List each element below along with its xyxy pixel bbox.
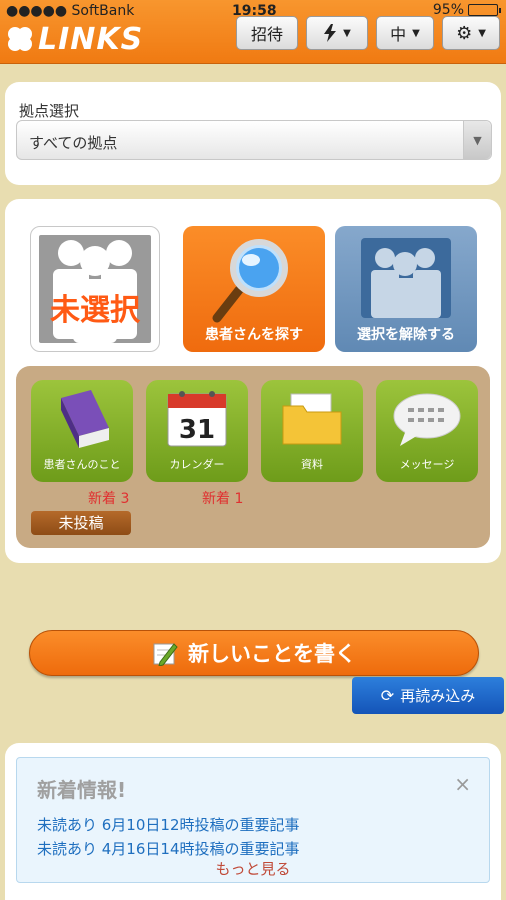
app-header: ●●●●● SoftBank 19:58 95% LINKS 招待 ▼ 中 ▼ … bbox=[0, 0, 506, 64]
clover-icon bbox=[8, 27, 32, 51]
invite-button[interactable]: 招待 bbox=[236, 16, 298, 50]
app-label: 資料 bbox=[301, 458, 323, 471]
reload-label: 再読み込み bbox=[400, 687, 476, 705]
release-selection-label: 選択を解除する bbox=[357, 327, 455, 343]
chevron-down-icon: ▼ bbox=[463, 121, 491, 159]
patient-card: 未選択 患者さんを探す 選択を解除する 患者さんのこと 31 カレンダー 資料 … bbox=[5, 199, 501, 563]
people-icon bbox=[361, 238, 451, 318]
font-size-label: 中 bbox=[390, 25, 407, 44]
location-selected-value: すべての拠点 bbox=[29, 134, 118, 152]
app-label: カレンダー bbox=[169, 458, 225, 471]
write-new-label: 新しいことを書く bbox=[188, 642, 356, 666]
reload-button[interactable]: ⟳ 再読み込み bbox=[352, 677, 504, 714]
magnifier-icon bbox=[212, 239, 288, 323]
speech-bubble-icon bbox=[393, 393, 461, 446]
release-selection-button[interactable]: 選択を解除する bbox=[335, 226, 477, 352]
chevron-down-icon: ▼ bbox=[343, 27, 351, 39]
app-messages[interactable]: メッセージ bbox=[376, 380, 478, 482]
app-tray: 患者さんのこと 31 カレンダー 資料 メッセージ 新着 3 新着 1 未投稿 bbox=[16, 366, 490, 548]
font-size-button[interactable]: 中 ▼ bbox=[376, 16, 434, 50]
app-label: 患者さんのこと bbox=[43, 458, 121, 471]
news-title: 新着情報! bbox=[37, 778, 127, 802]
chevron-down-icon: ▼ bbox=[412, 27, 420, 39]
news-card: 新着情報! × 未読あり 6月10日12時投稿の重要記事 未読あり 4月16日1… bbox=[5, 743, 501, 900]
app-logo: LINKS bbox=[6, 20, 143, 58]
settings-button[interactable]: ⚙ ▼ bbox=[442, 16, 500, 50]
lightning-icon bbox=[324, 24, 337, 42]
news-panel: 新着情報! × 未読あり 6月10日12時投稿の重要記事 未読あり 4月16日1… bbox=[16, 757, 490, 883]
news-item[interactable]: 未読あり 4月16日14時投稿の重要記事 bbox=[37, 838, 300, 859]
chevron-down-icon: ▼ bbox=[478, 27, 486, 39]
close-icon[interactable]: × bbox=[454, 772, 471, 796]
unselected-patient-image: 未選択 bbox=[39, 235, 151, 343]
location-card: 拠点選択 すべての拠点 ▼ bbox=[5, 82, 501, 185]
patient-avatar-tile[interactable]: 未選択 bbox=[30, 226, 160, 352]
flash-menu-button[interactable]: ▼ bbox=[306, 16, 368, 50]
search-patient-button[interactable]: 患者さんを探す bbox=[183, 226, 325, 352]
pencil-note-icon bbox=[153, 643, 178, 666]
book-icon bbox=[61, 390, 109, 448]
battery-icon bbox=[468, 4, 501, 16]
folder-icon bbox=[282, 393, 342, 445]
gear-icon: ⚙ bbox=[456, 22, 473, 44]
more-link[interactable]: もっと見る bbox=[17, 858, 489, 879]
news-item[interactable]: 未読あり 6月10日12時投稿の重要記事 bbox=[37, 814, 300, 835]
carrier-label: ●●●●● SoftBank bbox=[6, 3, 135, 19]
new-count-badge: 新着 3 bbox=[88, 491, 130, 507]
location-select[interactable]: すべての拠点 ▼ bbox=[16, 120, 492, 160]
write-new-button[interactable]: 新しいことを書く bbox=[29, 630, 479, 676]
refresh-icon: ⟳ bbox=[380, 686, 395, 705]
search-patient-label: 患者さんを探す bbox=[205, 327, 303, 343]
unselected-label: 未選択 bbox=[50, 293, 140, 328]
calendar-icon: 31 bbox=[167, 391, 227, 447]
app-label: メッセージ bbox=[399, 458, 455, 471]
app-patient-info[interactable]: 患者さんのこと bbox=[31, 380, 133, 482]
calendar-day: 31 bbox=[179, 415, 215, 445]
unposted-button[interactable]: 未投稿 bbox=[31, 511, 131, 535]
new-count-badge: 新着 1 bbox=[202, 491, 244, 507]
logo-text: LINKS bbox=[38, 21, 144, 57]
location-label: 拠点選択 bbox=[19, 102, 80, 120]
app-calendar[interactable]: 31 カレンダー bbox=[146, 380, 248, 482]
invite-label: 招待 bbox=[250, 25, 283, 44]
app-documents[interactable]: 資料 bbox=[261, 380, 363, 482]
